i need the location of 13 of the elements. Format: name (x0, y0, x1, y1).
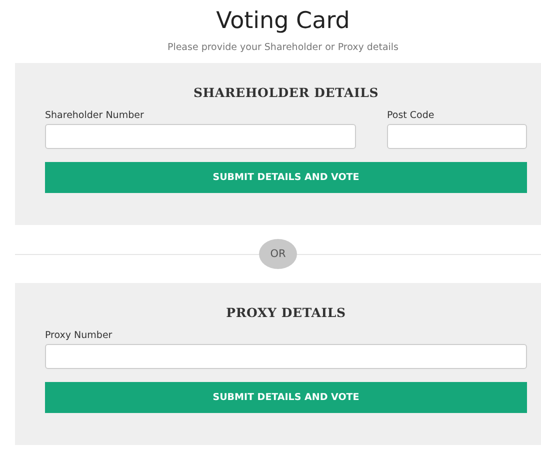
field-label: Shareholder Number (45, 110, 144, 121)
section-heading: PROXY DETAILS (226, 305, 346, 320)
page-title: Voting Card (215, 7, 350, 36)
input-field[interactable] (387, 124, 527, 149)
field-label: Post Code (387, 110, 434, 121)
section-heading: SHAREHOLDER DETAILS (193, 85, 379, 100)
input-field[interactable] (45, 124, 356, 149)
input-field[interactable] (45, 344, 527, 369)
page-subtitle: Please provide your Shareholder or Proxy details (166, 42, 399, 53)
field-label: Proxy Number (45, 330, 112, 341)
or-badge: OR (259, 239, 297, 269)
submit-button[interactable]: SUBMIT DETAILS AND VOTE (45, 162, 527, 193)
submit-button[interactable]: SUBMIT DETAILS AND VOTE (45, 382, 527, 413)
